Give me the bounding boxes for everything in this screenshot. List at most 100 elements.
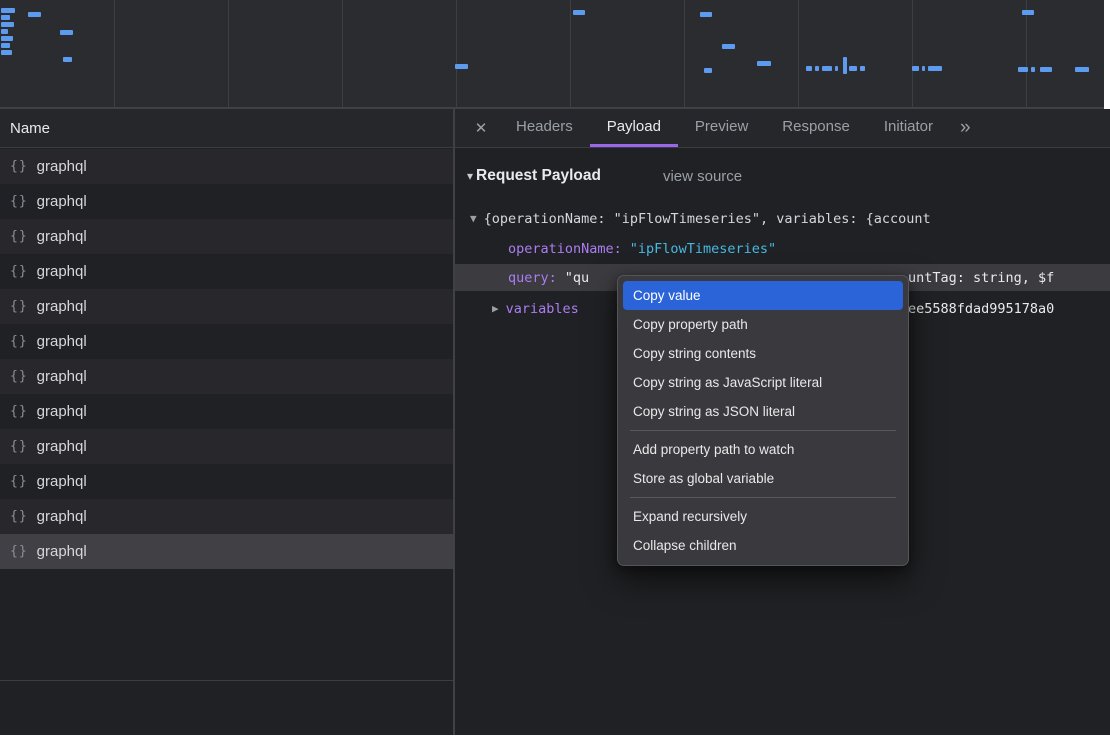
- timeline-request-bar: [860, 66, 865, 71]
- json-string-value-left: "qu: [565, 270, 589, 286]
- timeline-request-bar: [1, 43, 10, 48]
- json-key: operationName:: [508, 241, 622, 257]
- context-menu-item-copy-value[interactable]: Copy value: [623, 281, 903, 310]
- timeline-request-bar: [1, 22, 14, 27]
- braces-json-icon: {}: [10, 544, 28, 559]
- payload-row-operationname[interactable]: operationName: "ipFlowTimeseries": [455, 235, 1110, 262]
- json-string-value-right: ee5588fdad995178a0: [908, 295, 1054, 322]
- context-menu-item-expand-recursively[interactable]: Expand recursively: [623, 502, 903, 531]
- timeline-request-bar: [1, 36, 13, 41]
- json-key: query:: [508, 270, 557, 286]
- json-key: variables: [506, 301, 579, 317]
- context-menu-item-collapse-children[interactable]: Collapse children: [623, 531, 903, 560]
- context-menu-item-copy-property-path[interactable]: Copy property path: [623, 310, 903, 339]
- request-name: graphql: [37, 438, 87, 455]
- window-edge-right: [1104, 0, 1110, 109]
- timeline-gridline: [228, 0, 229, 107]
- request-rows: {} graphql {} graphql {} graphql {} graphql {} gr…: [0, 149, 453, 569]
- braces-json-icon: {}: [10, 474, 28, 489]
- request-row[interactable]: {} graphql: [0, 359, 453, 394]
- request-row[interactable]: {} graphql: [0, 289, 453, 324]
- request-name: graphql: [37, 403, 87, 420]
- context-menu: Copy valueCopy property pathCopy string …: [617, 275, 909, 566]
- request-list-panel: Name {} graphql {} graphql {} graphql {} graphq…: [0, 109, 453, 740]
- context-menu-item-copy-string-contents[interactable]: Copy string contents: [623, 339, 903, 368]
- context-menu-item-store-as-global-variable[interactable]: Store as global variable: [623, 464, 903, 493]
- request-name: graphql: [37, 508, 87, 525]
- timeline-request-bar: [704, 68, 712, 73]
- braces-json-icon: {}: [10, 299, 28, 314]
- timeline-request-bar: [1075, 67, 1089, 72]
- timeline-request-bar: [806, 66, 812, 71]
- timeline-request-bar: [835, 66, 838, 71]
- timeline-gridline: [570, 0, 571, 107]
- request-row[interactable]: {} graphql: [0, 394, 453, 429]
- timeline-request-bar: [822, 66, 832, 71]
- braces-json-icon: {}: [10, 439, 28, 454]
- request-name: graphql: [37, 263, 87, 280]
- timeline-gridline: [114, 0, 115, 107]
- json-string-value-right: untTag: string, $f: [908, 264, 1054, 291]
- request-row[interactable]: {} graphql: [0, 499, 453, 534]
- window-edge-bottom: [0, 735, 1110, 740]
- timeline-request-bar: [1022, 10, 1034, 15]
- timeline-request-bar: [1, 8, 15, 13]
- context-menu-item-copy-string-as-javascript-literal[interactable]: Copy string as JavaScript literal: [623, 368, 903, 397]
- braces-json-icon: {}: [10, 159, 28, 174]
- request-name: graphql: [37, 193, 87, 210]
- timeline-request-bar: [1031, 67, 1035, 72]
- timeline-request-bar: [63, 57, 72, 62]
- menu-separator: [630, 430, 896, 431]
- braces-json-icon: {}: [10, 229, 28, 244]
- timeline-request-bar: [1018, 67, 1028, 72]
- request-row[interactable]: {} graphql: [0, 429, 453, 464]
- timeline-request-bar: [757, 61, 771, 66]
- timeline-request-bar: [922, 66, 925, 71]
- network-overview-timeline[interactable]: [0, 0, 1110, 109]
- json-string-value: "ipFlowTimeseries": [630, 241, 776, 257]
- timeline-gridline: [1026, 0, 1027, 107]
- timeline-request-bar: [815, 66, 819, 71]
- timeline-request-bar: [928, 66, 942, 71]
- request-row[interactable]: {} graphql: [0, 464, 453, 499]
- timeline-request-bar: [28, 12, 41, 17]
- collapsed-triangle-icon[interactable]: ▶: [492, 302, 499, 315]
- braces-json-icon: {}: [10, 194, 28, 209]
- request-row-selected[interactable]: {} graphql: [0, 534, 453, 569]
- context-menu-item-copy-string-as-json-literal[interactable]: Copy string as JSON literal: [623, 397, 903, 426]
- timeline-request-bar: [912, 66, 919, 71]
- menu-separator: [630, 497, 896, 498]
- name-column-header[interactable]: Name: [0, 109, 453, 148]
- expanded-triangle-icon[interactable]: ▼: [470, 212, 477, 225]
- request-row[interactable]: {} graphql: [0, 149, 453, 184]
- timeline-request-bar: [1, 15, 10, 20]
- context-menu-item-add-property-path-to-watch[interactable]: Add property path to watch: [623, 435, 903, 464]
- payload-root-row[interactable]: ▼ {operationName: "ipFlowTimeseries", va…: [455, 205, 1110, 232]
- timeline-request-bar: [843, 57, 847, 74]
- timeline-request-bar: [700, 12, 712, 17]
- request-row[interactable]: {} graphql: [0, 254, 453, 289]
- summary-divider: [0, 680, 453, 681]
- timeline-request-bar: [455, 64, 468, 69]
- request-name: graphql: [37, 543, 87, 560]
- request-name: graphql: [37, 368, 87, 385]
- braces-json-icon: {}: [10, 509, 28, 524]
- request-row[interactable]: {} graphql: [0, 219, 453, 254]
- timeline-request-bar: [1, 29, 8, 34]
- timeline-gridline: [456, 0, 457, 107]
- request-name: graphql: [37, 158, 87, 175]
- braces-json-icon: {}: [10, 334, 28, 349]
- request-name: graphql: [37, 333, 87, 350]
- timeline-gridline: [342, 0, 343, 107]
- devtools-network-panel: Name {} graphql {} graphql {} graphql {} graphq…: [0, 0, 1110, 740]
- request-row[interactable]: {} graphql: [0, 324, 453, 359]
- request-name: graphql: [37, 298, 87, 315]
- braces-json-icon: {}: [10, 264, 28, 279]
- braces-json-icon: {}: [10, 369, 28, 384]
- request-name: graphql: [37, 228, 87, 245]
- request-row[interactable]: {} graphql: [0, 184, 453, 219]
- timeline-request-bar: [849, 66, 857, 71]
- braces-json-icon: {}: [10, 404, 28, 419]
- request-name: graphql: [37, 473, 87, 490]
- timeline-request-bar: [722, 44, 735, 49]
